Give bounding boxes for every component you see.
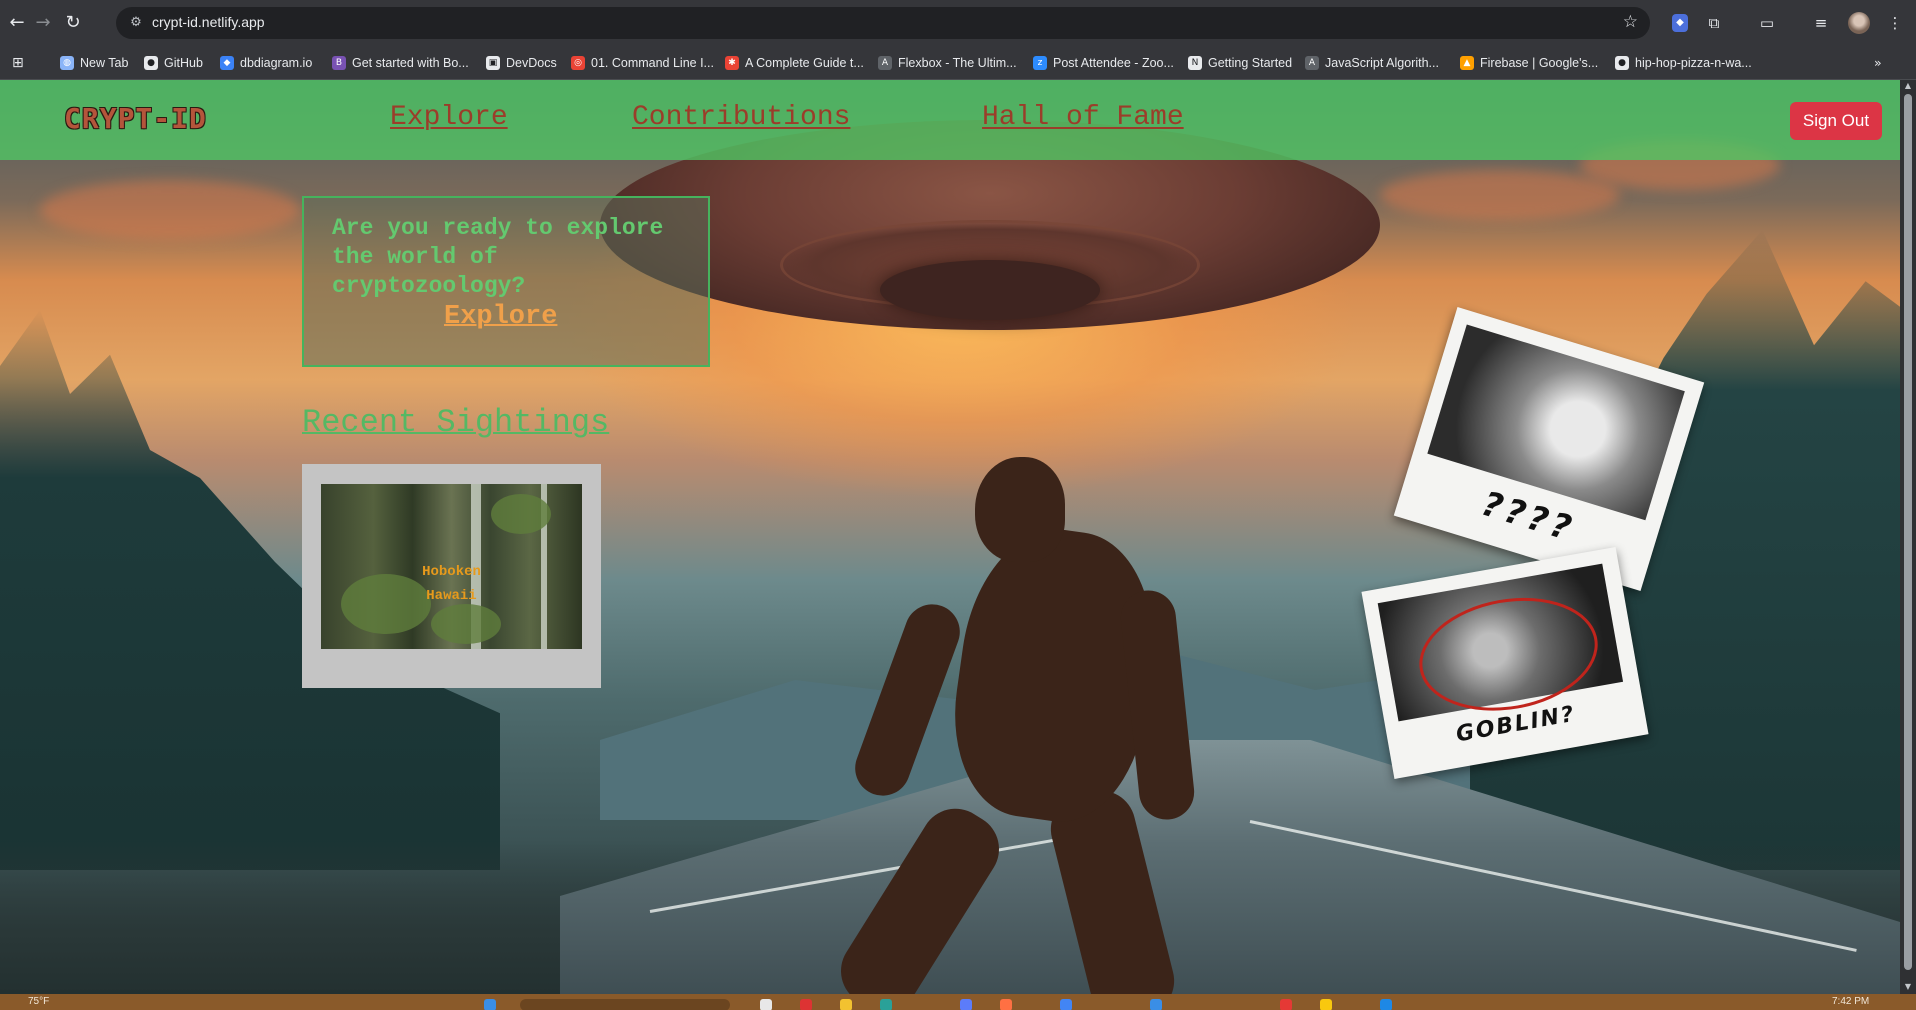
taskbar-clock: 7:42 PM (1832, 996, 1870, 1007)
recent-sightings-title[interactable]: Recent Sightings (302, 404, 609, 441)
sighting-location: Hoboken Hawaii (321, 560, 582, 608)
reload-icon[interactable]: ↻ (62, 12, 84, 34)
back-icon[interactable]: ← (6, 12, 28, 34)
nav-contributions-link[interactable]: Contributions (632, 102, 850, 133)
bookmark-item[interactable]: B Get started with Bo... (332, 54, 469, 72)
nav-hall-of-fame-link[interactable]: Hall of Fame (982, 102, 1184, 133)
bookmark-star-icon[interactable]: ☆ (1623, 12, 1638, 32)
sighting-location-line2: Hawaii (426, 588, 477, 604)
sighting-card[interactable]: Hoboken Hawaii (302, 464, 601, 688)
bookmark-label: JavaScript Algorith... (1325, 56, 1439, 70)
notion-icon: N (1188, 56, 1202, 70)
scroll-thumb[interactable] (1904, 94, 1912, 970)
csstricks-icon: ✱ (725, 56, 739, 70)
hero-text: Are you ready to explore the world of cr… (332, 215, 664, 299)
bookmark-label: 01. Command Line I... (591, 56, 714, 70)
bookmark-label: hip-hop-pizza-n-wa... (1635, 56, 1752, 70)
bookmark-item[interactable]: ◆ dbdiagram.io (220, 54, 312, 72)
bookmark-label: Getting Started (1208, 56, 1293, 70)
address-bar[interactable]: ⚙ crypt-id.netlify.app ☆ (116, 7, 1650, 39)
bookmark-label: dbdiagram.io (240, 56, 313, 70)
kebab-menu-icon[interactable]: ⋮ (1884, 12, 1906, 34)
bookmark-label: GitHub (164, 56, 203, 70)
bookmark-label: Flexbox - The Ultim... (898, 56, 1017, 70)
sighting-image[interactable]: Hoboken Hawaii (321, 484, 582, 649)
course-icon: ◎ (571, 56, 585, 70)
profile-avatar[interactable] (1848, 12, 1870, 34)
bookmark-label: DevDocs (506, 56, 557, 70)
bookmark-item[interactable]: ▲ Firebase | Google's... (1460, 54, 1598, 72)
scroll-down-icon[interactable]: ▼ (1903, 982, 1913, 991)
sign-out-button[interactable]: Sign Out (1790, 102, 1882, 140)
site-navbar: CRYPT-ID Explore Contributions Hall of F… (0, 80, 1900, 160)
bookmark-label: New Tab (80, 56, 129, 70)
bookmark-label: Post Attendee - Zoo... (1053, 56, 1174, 70)
forward-icon[interactable]: → (32, 12, 54, 34)
github-icon: ● (1615, 56, 1629, 70)
zoom-icon: z (1033, 56, 1047, 70)
bootstrap-icon: B (332, 56, 346, 70)
bookmark-item[interactable]: A JavaScript Algorith... (1305, 54, 1439, 72)
bookmark-item[interactable]: ▣ DevDocs (486, 54, 557, 72)
github-icon: ● (144, 56, 158, 70)
bookmark-item[interactable]: A Flexbox - The Ultim... (878, 54, 1017, 72)
cast-icon[interactable]: ▭ (1756, 12, 1778, 34)
start-icon[interactable] (484, 999, 496, 1010)
bookmark-label: A Complete Guide t... (745, 56, 864, 70)
hero-card: Are you ready to explore the world of cr… (302, 196, 710, 367)
a-icon: A (878, 56, 892, 70)
extension-icon[interactable]: ◆ (1672, 14, 1688, 32)
bookmarks-overflow-icon[interactable]: » (1874, 54, 1882, 72)
os-taskbar: 75°F 7:42 PM (0, 994, 1916, 1010)
taskbar-search-input[interactable] (520, 999, 730, 1010)
bookmark-item[interactable]: ● GitHub (144, 54, 203, 72)
browser-toolbar: ← → ↻ ⚙ crypt-id.netlify.app ☆ ◆ ⧉ ▭ ≡ ⋮ (0, 0, 1916, 46)
site-info-icon[interactable]: ⚙ (126, 13, 146, 33)
url-text[interactable]: crypt-id.netlify.app (152, 14, 265, 30)
bookmark-item[interactable]: N Getting Started (1188, 54, 1292, 72)
bookmarks-bar: ⊞ ◍ New Tab ● GitHub ◆ dbdiagram.io B Get start… (0, 46, 1916, 80)
scroll-up-icon[interactable]: ▲ (1903, 81, 1913, 90)
page-viewport: CRYPT-ID Explore Contributions Hall of F… (0, 80, 1900, 994)
firebase-icon: ▲ (1460, 56, 1474, 70)
globe-icon: ◍ (60, 56, 74, 70)
extensions-puzzle-icon[interactable]: ⧉ (1703, 12, 1725, 34)
sighting-location-line1: Hoboken (422, 564, 481, 580)
site-logo[interactable]: CRYPT-ID (64, 102, 207, 135)
devdocs-icon: ▣ (486, 56, 500, 70)
a-icon: A (1305, 56, 1319, 70)
bookmark-item[interactable]: z Post Attendee - Zoo... (1033, 54, 1174, 72)
taskbar-weather[interactable]: 75°F (28, 996, 49, 1007)
polaroid-photo (1377, 563, 1624, 725)
page-scrollbar[interactable]: ▲ ▼ (1900, 80, 1916, 994)
bookmark-item[interactable]: ◎ 01. Command Line I... (571, 54, 714, 72)
bookmark-label: Get started with Bo... (352, 56, 469, 70)
bookmark-item[interactable]: ● hip-hop-pizza-n-wa... (1615, 54, 1752, 72)
dbdiagram-icon: ◆ (220, 56, 234, 70)
hero-explore-link[interactable]: Explore (444, 302, 557, 332)
bookmark-item[interactable]: ✱ A Complete Guide t... (725, 54, 864, 72)
bookmark-item[interactable]: ◍ New Tab (60, 54, 128, 72)
reading-list-icon[interactable]: ≡ (1810, 12, 1832, 34)
nav-explore-link[interactable]: Explore (390, 102, 508, 133)
bookmark-label: Firebase | Google's... (1480, 56, 1599, 70)
apps-grid-icon[interactable]: ⊞ (12, 54, 24, 72)
